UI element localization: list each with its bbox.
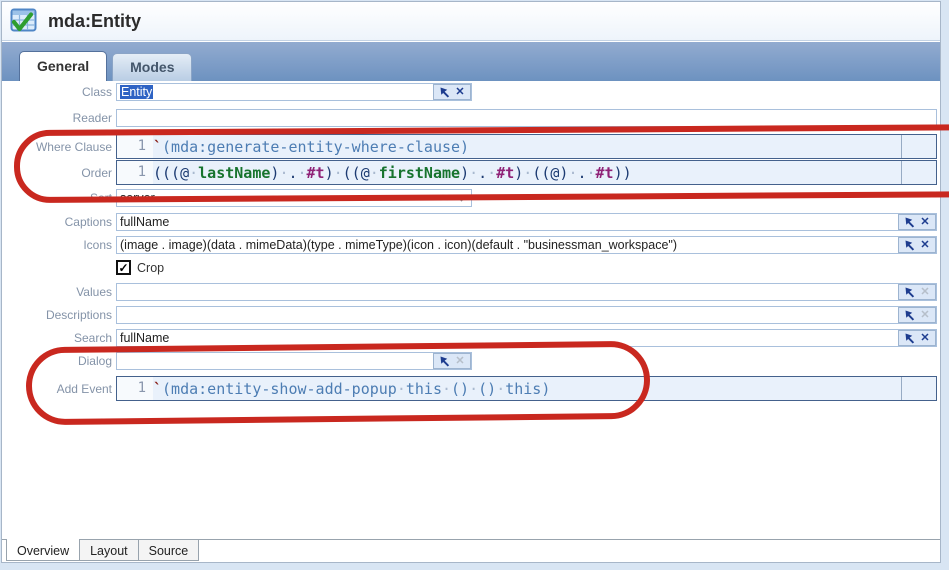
- dialog-row: Dialog ✕: [2, 352, 472, 370]
- editor-right-gutter: [901, 377, 936, 400]
- entity-editor-window: mda:Entity General Modes Class Entity ✕ …: [1, 1, 941, 563]
- icons-value: (image . image)(data . mimeData)(type . …: [120, 238, 677, 252]
- captions-row: Captions fullName ✕: [2, 213, 937, 231]
- icons-row: Icons (image . image)(data . mimeData)(t…: [2, 236, 937, 254]
- descriptions-row: Descriptions ✕: [2, 306, 937, 324]
- class-row: Class Entity ✕: [2, 83, 472, 101]
- class-input[interactable]: Entity ✕: [116, 83, 472, 101]
- where-clause-code: `(mda:generate-entity-where-clause): [153, 138, 469, 156]
- search-value: fullName: [120, 331, 169, 345]
- order-editor[interactable]: 1 (((@·lastName)·.·#t)·((@·firstName)·.·…: [116, 160, 937, 185]
- values-buttons: ✕: [898, 284, 936, 300]
- pick-cursor-icon[interactable]: [904, 216, 916, 228]
- search-label: Search: [2, 331, 116, 345]
- clear-icon[interactable]: ✕: [920, 217, 929, 228]
- clear-icon[interactable]: ✕: [455, 87, 464, 98]
- captions-buttons: ✕: [898, 214, 936, 230]
- page-title: mda:Entity: [48, 11, 141, 32]
- dialog-label: Dialog: [2, 354, 116, 368]
- add-event-label: Add Event: [2, 382, 116, 396]
- clear-icon[interactable]: ✕: [455, 356, 464, 367]
- entity-table-icon: [10, 8, 39, 35]
- search-input[interactable]: fullName ✕: [116, 329, 937, 347]
- tab-overview[interactable]: Overview: [6, 539, 80, 561]
- search-row: Search fullName ✕: [2, 329, 937, 347]
- line-number: 1: [117, 161, 153, 184]
- pick-cursor-icon[interactable]: [439, 86, 451, 98]
- values-input[interactable]: ✕: [116, 283, 937, 301]
- reader-label: Reader: [2, 111, 116, 125]
- dialog-input[interactable]: ✕: [116, 352, 472, 370]
- bottom-tab-bar: Overview Layout Source: [2, 539, 940, 562]
- where-clause-label: Where Clause: [2, 140, 116, 154]
- tab-source[interactable]: Source: [139, 540, 200, 561]
- crop-row: ✓ Crop: [2, 260, 164, 275]
- clear-icon[interactable]: ✕: [920, 310, 929, 321]
- clear-icon[interactable]: ✕: [920, 240, 929, 251]
- line-number: 1: [117, 377, 153, 400]
- add-event-code: `(mda:entity-show-add-popup·this·()·()·t…: [153, 380, 550, 398]
- order-code: (((@·lastName)·.·#t)·((@·firstName)·.·#t…: [153, 164, 632, 182]
- values-label: Values: [2, 285, 116, 299]
- tab-general[interactable]: General: [19, 51, 107, 81]
- class-value-selected: Entity: [120, 85, 153, 99]
- editor-right-gutter: [901, 161, 936, 184]
- search-buttons: ✕: [898, 330, 936, 346]
- order-label: Order: [2, 166, 116, 180]
- sort-row: Sort server: [2, 189, 472, 207]
- tab-modes[interactable]: Modes: [112, 53, 192, 81]
- editor-right-gutter: [901, 135, 936, 158]
- order-row: Order 1 (((@·lastName)·.·#t)·((@·firstNa…: [2, 160, 937, 185]
- descriptions-label: Descriptions: [2, 308, 116, 322]
- chevron-down-icon[interactable]: [456, 195, 467, 202]
- clear-icon[interactable]: ✕: [920, 333, 929, 344]
- clear-icon[interactable]: ✕: [920, 287, 929, 298]
- captions-input[interactable]: fullName ✕: [116, 213, 937, 231]
- reader-row: Reader: [2, 109, 937, 127]
- sort-dropdown[interactable]: server: [116, 189, 472, 207]
- descriptions-buttons: ✕: [898, 307, 936, 323]
- title-bar: mda:Entity: [2, 2, 940, 41]
- pick-cursor-icon[interactable]: [904, 239, 916, 251]
- screenshot-root: { "window": { "title": "mda:Entity" }, "…: [0, 0, 949, 570]
- where-clause-editor[interactable]: 1 `(mda:generate-entity-where-clause): [116, 134, 937, 159]
- descriptions-input[interactable]: ✕: [116, 306, 937, 324]
- crop-checkbox[interactable]: ✓: [116, 260, 131, 275]
- add-event-editor[interactable]: 1 `(mda:entity-show-add-popup·this·()·()…: [116, 376, 937, 401]
- values-row: Values ✕: [2, 283, 937, 301]
- crop-label: Crop: [137, 261, 164, 275]
- pick-cursor-icon[interactable]: [904, 286, 916, 298]
- line-number: 1: [117, 135, 153, 158]
- top-tab-bar: General Modes: [2, 42, 940, 81]
- sort-label: Sort: [2, 191, 116, 205]
- add-event-row: Add Event 1 `(mda:entity-show-add-popup·…: [2, 376, 937, 401]
- where-clause-row: Where Clause 1 `(mda:generate-entity-whe…: [2, 134, 937, 159]
- class-buttons: ✕: [433, 84, 471, 100]
- captions-label: Captions: [2, 215, 116, 229]
- class-label: Class: [2, 85, 116, 99]
- pick-cursor-icon[interactable]: [904, 332, 916, 344]
- icons-buttons: ✕: [898, 237, 936, 253]
- reader-input[interactable]: [116, 109, 937, 127]
- captions-value: fullName: [120, 215, 169, 229]
- pick-cursor-icon[interactable]: [439, 355, 451, 367]
- icons-input[interactable]: (image . image)(data . mimeData)(type . …: [116, 236, 937, 254]
- sort-value: server: [120, 191, 155, 205]
- dialog-buttons: ✕: [433, 353, 471, 369]
- pick-cursor-icon[interactable]: [904, 309, 916, 321]
- icons-label: Icons: [2, 238, 116, 252]
- tab-layout[interactable]: Layout: [80, 540, 139, 561]
